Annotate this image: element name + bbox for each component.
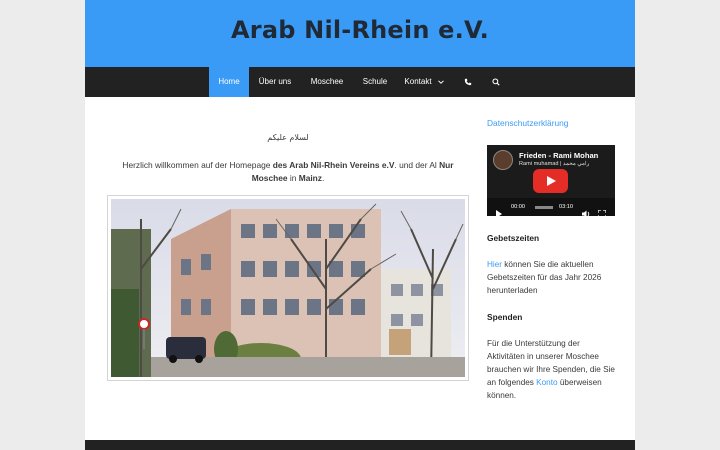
video-current-time: 00:00 bbox=[511, 204, 525, 210]
donations-heading: Spenden bbox=[487, 312, 523, 322]
welcome-text-part: . bbox=[321, 173, 325, 183]
prayer-times-link[interactable]: Hier bbox=[487, 260, 502, 269]
prayer-times-heading: Gebetszeiten bbox=[487, 233, 540, 243]
welcome-text: Herzlich willkommen auf der Homepage des… bbox=[107, 159, 469, 185]
nav-item-moschee[interactable]: Moschee bbox=[305, 67, 349, 97]
video-duration: 03:10 bbox=[559, 204, 573, 210]
arabic-greeting: لسلام عليكم bbox=[267, 133, 309, 142]
prayer-times-description: können Sie die aktuellen Gebetszeiten fü… bbox=[487, 260, 602, 295]
nav-item-schule[interactable]: Schule bbox=[357, 67, 393, 97]
phone-icon[interactable] bbox=[460, 67, 476, 97]
channel-avatar[interactable] bbox=[493, 150, 513, 170]
video-progress-bar[interactable] bbox=[535, 206, 553, 209]
fullscreen-icon[interactable] bbox=[597, 203, 607, 216]
video-controls: 00:00 03:10 bbox=[487, 198, 615, 216]
privacy-policy-link[interactable]: Datenschutzerklärung bbox=[487, 118, 568, 128]
nav-item-ueber-uns[interactable]: Über uns bbox=[253, 67, 297, 97]
nav-item-kontakt[interactable]: Kontakt bbox=[401, 67, 435, 97]
video-subtitle: Rami muhamad | رامي محمد bbox=[519, 161, 590, 167]
welcome-text-part: in bbox=[287, 173, 299, 183]
play-icon[interactable] bbox=[495, 203, 503, 216]
site-title[interactable]: Arab Nil-Rhein e.V. bbox=[85, 16, 635, 44]
main-navigation: Home Über uns Moschee Schule Kontakt bbox=[85, 67, 635, 97]
prayer-times-text: Hier können Sie die aktuellen Gebetszeit… bbox=[487, 258, 617, 297]
welcome-text-part: Herzlich willkommen auf der Homepage bbox=[122, 160, 273, 170]
volume-icon[interactable] bbox=[582, 203, 591, 216]
search-icon[interactable] bbox=[488, 67, 504, 97]
mosque-photo bbox=[111, 199, 465, 377]
welcome-text-part: . und der Al bbox=[394, 160, 440, 170]
account-link[interactable]: Konto bbox=[536, 378, 557, 387]
nav-item-home[interactable]: Home bbox=[209, 67, 249, 97]
chevron-down-icon[interactable] bbox=[433, 67, 449, 97]
video-title[interactable]: Frieden - Rami Mohan bbox=[519, 151, 598, 160]
site-footer bbox=[85, 440, 635, 450]
youtube-play-button[interactable] bbox=[533, 169, 568, 193]
association-name: des Arab Nil-Rhein Vereins e.V bbox=[272, 160, 395, 170]
site-header: Arab Nil-Rhein e.V. bbox=[85, 0, 635, 67]
video-player[interactable]: Frieden - Rami Mohan Rami muhamad | رامي… bbox=[487, 145, 615, 216]
mosque-photo-frame bbox=[107, 195, 469, 381]
site-container: Arab Nil-Rhein e.V. Home Über uns Mosche… bbox=[85, 0, 635, 450]
donations-text: Für die Unterstützung der Aktivitäten in… bbox=[487, 337, 617, 402]
city-name: Mainz bbox=[298, 173, 322, 183]
